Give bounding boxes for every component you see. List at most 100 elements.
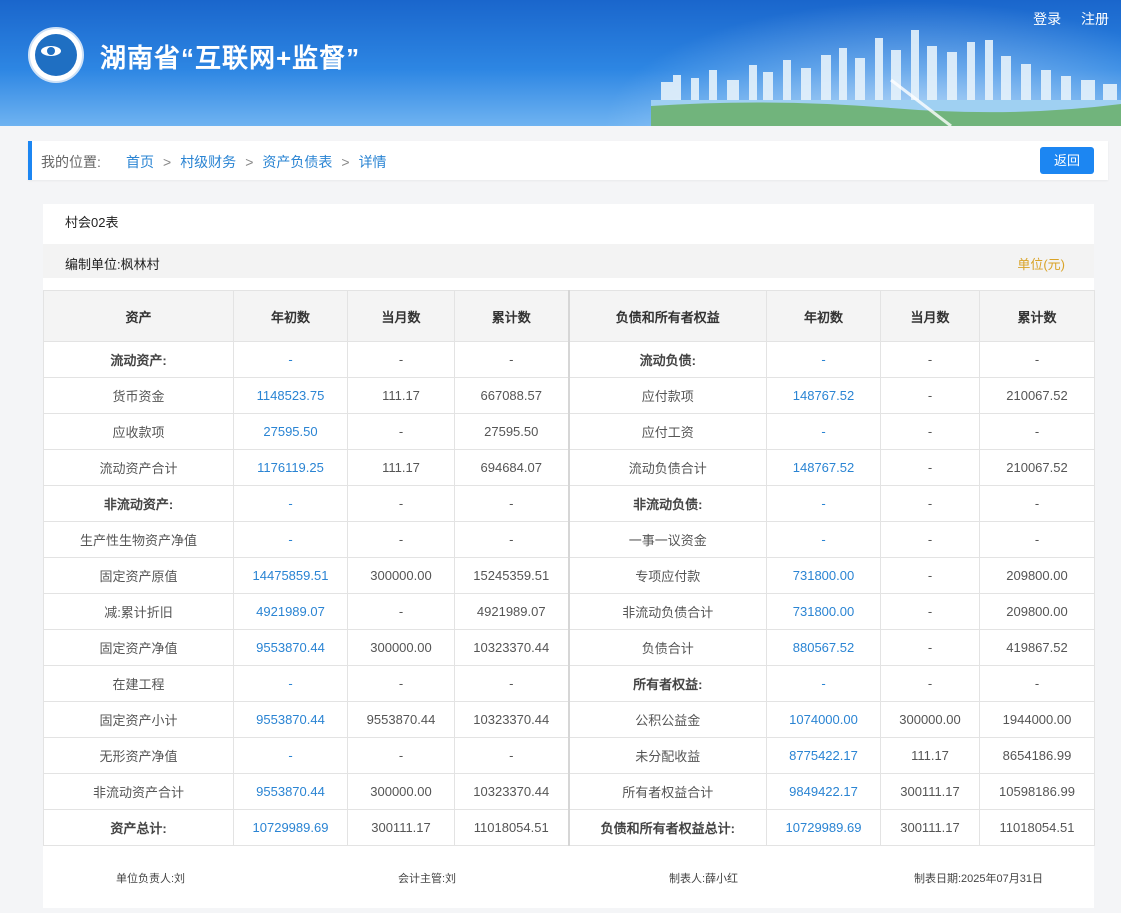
table-cell: 1944000.00	[979, 701, 1095, 738]
table-cell: -	[880, 665, 980, 702]
table-cell: 流动负债:	[567, 341, 767, 378]
table-cell: 1176119.25	[233, 449, 348, 486]
table-cell: 货币资金	[43, 377, 234, 414]
table-cell: -	[347, 485, 455, 522]
table-cell: 300000.00	[347, 557, 455, 594]
register-link[interactable]: 注册	[1081, 11, 1109, 27]
column-header: 年初数	[233, 290, 348, 342]
table-cell: 应付款项	[567, 377, 767, 414]
table-cell: -	[766, 341, 881, 378]
table-cell: 流动资产:	[43, 341, 234, 378]
table-cell: 10323370.44	[454, 773, 569, 810]
table-cell: -	[347, 413, 455, 450]
table-cell: -	[880, 449, 980, 486]
table-cell: -	[880, 341, 980, 378]
table-cell: 1148523.75	[233, 377, 348, 414]
table-cell: 10729989.69	[233, 809, 348, 846]
table-cell: 27595.50	[233, 413, 348, 450]
table-cell: -	[233, 737, 348, 774]
table-cell: 减:累计折旧	[43, 593, 234, 630]
site-logo[interactable]	[28, 27, 84, 83]
table-cell: 10323370.44	[454, 629, 569, 666]
table-cell: 9849422.17	[766, 773, 881, 810]
table-cell: 1074000.00	[766, 701, 881, 738]
column-header: 累计数	[979, 290, 1095, 342]
table-cell: 负债合计	[567, 629, 767, 666]
table-cell: 300111.17	[880, 809, 980, 846]
site-header: 湖南省“互联网+监督” 登录 注册	[0, 0, 1121, 126]
table-cell: -	[454, 341, 569, 378]
table-cell: -	[766, 665, 881, 702]
table-cell: 固定资产原值	[43, 557, 234, 594]
table-cell: 27595.50	[454, 413, 569, 450]
table-cell: 固定资产净值	[43, 629, 234, 666]
table-cell: 资产总计:	[43, 809, 234, 846]
column-header: 资产	[43, 290, 234, 342]
breadcrumb-balance-sheet[interactable]: 资产负债表	[262, 154, 332, 170]
table-cell: -	[454, 485, 569, 522]
table-row: 流动资产合计 1176119.25 111.17 694684.07 流动负债合计 148…	[43, 449, 1095, 486]
table-cell: 生产性生物资产净值	[43, 521, 234, 558]
breadcrumb-detail[interactable]: 详情	[359, 154, 387, 170]
table-cell: 专项应付款	[567, 557, 767, 594]
table-cell: -	[880, 413, 980, 450]
table-cell: 111.17	[880, 737, 980, 774]
currency-unit: 单位(元)	[1017, 257, 1065, 272]
table-cell: 209800.00	[979, 593, 1095, 630]
table-cell: 148767.52	[766, 377, 881, 414]
table-row: 在建工程 - - - 所有者权益: - - -	[43, 665, 1095, 702]
table-cell: 9553870.44	[233, 773, 348, 810]
table-cell: 11018054.51	[454, 809, 569, 846]
unit-head-signature: 单位负责人:刘	[116, 873, 186, 885]
table-row: 固定资产小计 9553870.44 9553870.44 10323370.44 公积公…	[43, 701, 1095, 738]
table-cell: 15245359.51	[454, 557, 569, 594]
table-cell: -	[979, 413, 1095, 450]
breadcrumb-bar: 我的位置: 首页 > 村级财务 > 资产负债表 > 详情 返回	[28, 141, 1108, 180]
breadcrumb: 首页 > 村级财务 > 资产负债表 > 详情	[126, 152, 387, 172]
table-cell: -	[347, 593, 455, 630]
table-cell: -	[233, 665, 348, 702]
table-cell: 300000.00	[880, 701, 980, 738]
preparing-organization: 编制单位:枫林村	[65, 257, 160, 272]
table-cell: 9553870.44	[233, 701, 348, 738]
table-cell: -	[880, 485, 980, 522]
table-cell: 非流动负债:	[567, 485, 767, 522]
report-info-bar: 编制单位:枫林村 单位(元)	[43, 244, 1094, 278]
table-cell: 应收款项	[43, 413, 234, 450]
table-row: 资产总计: 10729989.69 300111.17 11018054.51 负债和所…	[43, 809, 1095, 846]
table-cell: -	[766, 485, 881, 522]
table-cell: 4921989.07	[233, 593, 348, 630]
table-cell: -	[233, 341, 348, 378]
table-cell: 111.17	[347, 449, 455, 486]
table-cell: 111.17	[347, 377, 455, 414]
back-button[interactable]: 返回	[1040, 147, 1094, 174]
table-cell: -	[454, 665, 569, 702]
table-cell: -	[880, 629, 980, 666]
table-cell: 10323370.44	[454, 701, 569, 738]
column-header: 当月数	[880, 290, 980, 342]
table-header-row: 资产 年初数 当月数 累计数 负债和所有者权益 年初数 当月数 累计数	[43, 290, 1095, 342]
breadcrumb-separator: >	[163, 154, 172, 170]
accountant-signature: 会计主管:刘	[398, 873, 457, 885]
table-cell: -	[454, 737, 569, 774]
breadcrumb-village-finance[interactable]: 村级财务	[180, 154, 236, 170]
table-cell: 209800.00	[979, 557, 1095, 594]
table-row: 固定资产原值 14475859.51 300000.00 15245359.51 专项应…	[43, 557, 1095, 594]
table-cell: 未分配收益	[567, 737, 767, 774]
table-cell: -	[979, 485, 1095, 522]
table-cell: -	[979, 521, 1095, 558]
table-cell: 所有者权益合计	[567, 773, 767, 810]
breadcrumb-home[interactable]: 首页	[126, 154, 154, 170]
table-cell: 无形资产净值	[43, 737, 234, 774]
table-cell: -	[454, 521, 569, 558]
table-cell: 10729989.69	[766, 809, 881, 846]
table-cell: -	[880, 557, 980, 594]
table-cell: -	[979, 341, 1095, 378]
auth-links: 登录 注册	[1017, 9, 1109, 29]
prepared-date: 制表日期:2025年07月31日	[914, 873, 1043, 885]
login-link[interactable]: 登录	[1033, 11, 1061, 27]
breadcrumb-separator: >	[245, 154, 254, 170]
table-cell: -	[979, 665, 1095, 702]
table-cell: -	[233, 485, 348, 522]
column-header: 累计数	[454, 290, 569, 342]
